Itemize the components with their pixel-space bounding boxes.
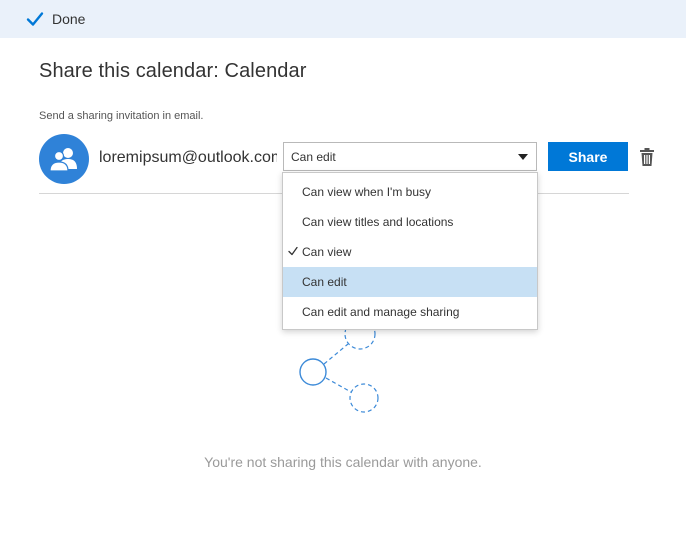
menu-item-can-edit-manage[interactable]: Can edit and manage sharing — [283, 297, 537, 327]
menu-item-can-view-titles[interactable]: Can view titles and locations — [283, 207, 537, 237]
checkmark-icon — [288, 246, 298, 256]
people-icon — [49, 148, 77, 172]
menu-item-label: Can view — [302, 245, 352, 259]
menu-item-can-view[interactable]: Can view — [283, 237, 537, 267]
menu-item-can-edit[interactable]: Can edit — [283, 267, 537, 297]
share-button[interactable]: Share — [548, 142, 628, 171]
permission-select-value: Can edit — [291, 150, 336, 164]
trash-icon[interactable] — [639, 148, 655, 166]
command-bar: Done — [0, 0, 686, 38]
done-button[interactable]: Done — [26, 8, 85, 30]
menu-item-label: Can view titles and locations — [302, 215, 454, 229]
permission-select[interactable]: Can edit — [283, 142, 537, 171]
empty-state-message: You're not sharing this calendar with an… — [204, 454, 482, 470]
menu-item-can-view-busy[interactable]: Can view when I'm busy — [283, 177, 537, 207]
checkmark-icon — [26, 12, 44, 26]
invitation-hint: Send a sharing invitation in email. — [39, 110, 204, 122]
done-label: Done — [52, 11, 86, 27]
avatar — [39, 134, 89, 184]
menu-item-label: Can edit and manage sharing — [302, 305, 460, 319]
page-title: Share this calendar: Calendar — [39, 60, 307, 82]
recipient-email: loremipsum@outlook.com — [99, 149, 277, 166]
permission-dropdown-menu: Can view when I'm busy Can view titles a… — [282, 172, 538, 330]
menu-item-label: Can edit — [302, 275, 347, 289]
caret-down-icon — [518, 154, 528, 160]
menu-item-label: Can view when I'm busy — [302, 185, 432, 199]
share-calendar-dialog: Done Share this calendar: Calendar Send … — [0, 0, 686, 557]
